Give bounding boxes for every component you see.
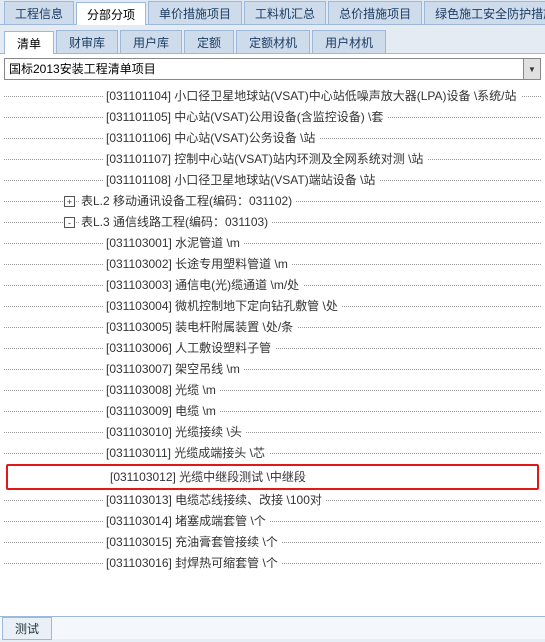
tree: [031101104] 小口径卫星地球站(VSAT)中心站低噪声放大器(LPA)… (4, 84, 541, 576)
sub-tab-4[interactable]: 定额材机 (236, 30, 310, 53)
expand-icon[interactable]: + (64, 196, 75, 207)
tree-row[interactable]: [031103008] 光缆 \m (4, 380, 541, 401)
tree-row[interactable]: + 表L.2 移动通讯设备工程(编码：031102) (4, 191, 541, 212)
tree-row[interactable]: [031101106] 中心站(VSAT)公务设备 \站 (4, 128, 541, 149)
project-dropdown[interactable]: 国标2013安装工程清单项目 ▼ (4, 58, 541, 80)
main-tab-0[interactable]: 工程信息 (4, 1, 74, 24)
sub-tab-0[interactable]: 清单 (4, 31, 54, 54)
tree-item-label: [031103016] 封焊热可缩套管 \个 (104, 553, 282, 574)
main-tab-4[interactable]: 总价措施项目 (328, 1, 422, 24)
sub-tab-5[interactable]: 用户材机 (312, 30, 386, 53)
tree-item-label: [031103010] 光缆接续 \头 (104, 422, 246, 443)
tree-item-label: [031101104] 小口径卫星地球站(VSAT)中心站低噪声放大器(LPA)… (104, 86, 521, 107)
tree-row[interactable]: [031103004] 微机控制地下定向钻孔敷管 \处 (4, 296, 541, 317)
tree-row[interactable]: [031103016] 封焊热可缩套管 \个 (4, 553, 541, 574)
tree-row[interactable]: [031101107] 控制中心站(VSAT)站内环测及全网系统对测 \站 (4, 149, 541, 170)
main-tabs: 工程信息分部分项单价措施项目工料机汇总总价措施项目绿色施工安全防护措施 (0, 0, 545, 25)
tree-item-label: [031101105] 中心站(VSAT)公用设备(含监控设备) \套 (104, 107, 387, 128)
tree-item-label: [031103007] 架空吊线 \m (104, 359, 244, 380)
main-tab-1[interactable]: 分部分项 (76, 2, 146, 25)
tree-item-label: [031103001] 水泥管道 \m (104, 233, 244, 254)
tree-row[interactable]: [031103014] 堵塞成端套管 \个 (4, 511, 541, 532)
tree-row[interactable]: [031103010] 光缆接续 \头 (4, 422, 541, 443)
tree-row[interactable]: [031103015] 充油膏套管接续 \个 (4, 532, 541, 553)
sub-tabs: 清单财审库用户库定额定额材机用户材机 (0, 25, 545, 54)
sub-tab-3[interactable]: 定额 (184, 30, 234, 53)
dropdown-value: 国标2013安装工程清单项目 (5, 59, 523, 79)
tree-row[interactable]: [031103003] 通信电(光)缆通道 \m/处 (4, 275, 541, 296)
sub-tab-2[interactable]: 用户库 (120, 30, 182, 53)
tree-item-label: 表L.3 通信线路工程(编码：031103) (79, 212, 272, 233)
bottom-panel: 测试 (0, 616, 545, 639)
tree-item-label: [031103013] 电缆芯线接续、改接 \100对 (104, 490, 326, 511)
tree-row[interactable]: -表L.3 通信线路工程(编码：031103) (4, 212, 541, 233)
tree-row[interactable]: [031103009] 电缆 \m (4, 401, 541, 422)
tree-item-label: [031103015] 充油膏套管接续 \个 (104, 532, 282, 553)
tree-row[interactable]: [031103006] 人工敷设塑料子管 (4, 338, 541, 359)
tree-item-label: [031103011] 光缆成端接头 \芯 (104, 443, 269, 464)
tree-row[interactable]: [031103005] 装电杆附属装置 \处/条 (4, 317, 541, 338)
tree-item-label: [031101106] 中心站(VSAT)公务设备 \站 (104, 128, 319, 149)
tree-item-label: [031103005] 装电杆附属装置 \处/条 (104, 317, 297, 338)
tree-item-label: 表L.2 移动通讯设备工程(编码：031102) (79, 191, 296, 212)
tree-row[interactable]: [031103012] 光缆中继段测试 \中继段 (6, 464, 539, 490)
bottom-label: 测试 (2, 617, 52, 640)
main-tab-5[interactable]: 绿色施工安全防护措施 (424, 1, 545, 24)
tree-item-label: [031103004] 微机控制地下定向钻孔敷管 \处 (104, 296, 342, 317)
main-tab-2[interactable]: 单价措施项目 (148, 1, 242, 24)
tree-row[interactable]: [031103007] 架空吊线 \m (4, 359, 541, 380)
sub-tab-1[interactable]: 财审库 (56, 30, 118, 53)
tree-item-label: [031101108] 小口径卫星地球站(VSAT)端站设备 \站 (104, 170, 379, 191)
chevron-down-icon[interactable]: ▼ (523, 59, 540, 79)
tree-item-label: [031103014] 堵塞成端套管 \个 (104, 511, 270, 532)
tree-row[interactable]: [031103013] 电缆芯线接续、改接 \100对 (4, 490, 541, 511)
main-tab-3[interactable]: 工料机汇总 (244, 1, 326, 24)
tree-item-label: [031103009] 电缆 \m (104, 401, 220, 422)
collapse-icon[interactable]: - (64, 217, 75, 228)
tree-item-label: [031103006] 人工敷设塑料子管 (104, 338, 275, 359)
tree-item-label: [031103002] 长途专用塑料管道 \m (104, 254, 292, 275)
tree-item-label: [031103008] 光缆 \m (104, 380, 220, 401)
tree-row[interactable]: [031101108] 小口径卫星地球站(VSAT)端站设备 \站 (4, 170, 541, 191)
tree-row[interactable]: [031103001] 水泥管道 \m (4, 233, 541, 254)
tree-item-label: [031101107] 控制中心站(VSAT)站内环测及全网系统对测 \站 (104, 149, 427, 170)
tree-item-label: [031103012] 光缆中继段测试 \中继段 (108, 467, 310, 488)
tree-item-label: [031103003] 通信电(光)缆通道 \m/处 (104, 275, 303, 296)
content-area: 国标2013安装工程清单项目 ▼ [031101104] 小口径卫星地球站(VS… (0, 54, 545, 616)
tree-row[interactable]: [031101104] 小口径卫星地球站(VSAT)中心站低噪声放大器(LPA)… (4, 86, 541, 107)
tree-row[interactable]: [031101105] 中心站(VSAT)公用设备(含监控设备) \套 (4, 107, 541, 128)
tree-row[interactable]: [031103011] 光缆成端接头 \芯 (4, 443, 541, 464)
tree-row[interactable]: [031103002] 长途专用塑料管道 \m (4, 254, 541, 275)
